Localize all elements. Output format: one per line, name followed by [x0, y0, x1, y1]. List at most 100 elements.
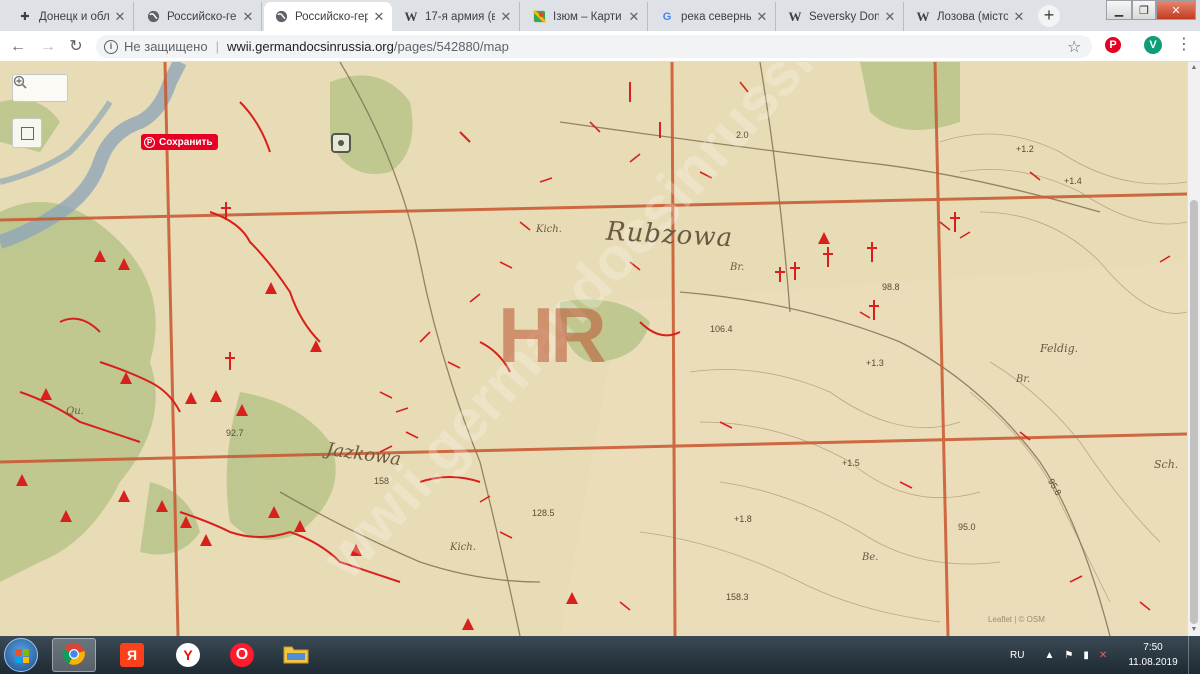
- close-icon[interactable]: ✕: [755, 9, 769, 25]
- new-tab-button[interactable]: +: [1038, 5, 1060, 27]
- elevation-label: 158: [374, 476, 390, 486]
- clock-date: 11.08.2019: [1128, 657, 1178, 668]
- url-path: /pages/542880/map: [393, 39, 509, 54]
- taskbar-yandex-browser[interactable]: Y: [166, 638, 210, 672]
- wikipedia-icon: W: [916, 8, 930, 24]
- tab-title: Ізюм – Карти G: [553, 10, 623, 23]
- taskbar-yandex[interactable]: Я: [110, 638, 154, 672]
- maximize-button[interactable]: ❐: [1132, 0, 1156, 20]
- tab-title: 17-я армия (ве: [425, 10, 495, 23]
- close-icon[interactable]: ✕: [1012, 9, 1026, 25]
- browser-toolbar: ← → ↻ i Не защищено | wwii.germandocsinr…: [0, 31, 1200, 62]
- tab-seversky-donets[interactable]: W Seversky Donet ✕: [778, 2, 904, 31]
- elevation-label: 128.5: [532, 508, 555, 518]
- close-icon[interactable]: ✕: [372, 9, 386, 25]
- map-attribution: Leaflet | © OSM: [988, 615, 1045, 624]
- globe-icon: [146, 10, 160, 24]
- url-host: wwii.germandocsinrussia.org: [226, 39, 394, 54]
- system-clock[interactable]: 7:50 11.08.2019: [1125, 640, 1181, 670]
- elevation-label: +1.3: [866, 358, 884, 368]
- map-center-icon[interactable]: [331, 133, 351, 153]
- map-label-hr: HR: [498, 291, 607, 379]
- start-button[interactable]: [4, 638, 38, 672]
- window-close-button[interactable]: ✕: [1156, 0, 1196, 20]
- tab-izium-maps[interactable]: Ізюм – Карти G ✕: [522, 2, 648, 31]
- pinterest-save-button[interactable]: P Сохранить: [141, 134, 218, 150]
- map-viewport[interactable]: wwii.germandocsinrussia Rubzowa HR Jazko…: [0, 62, 1187, 636]
- browser-menu-icon[interactable]: ⋮: [1176, 35, 1192, 55]
- tab-donetsk[interactable]: ✚ Донецк и обла ✕: [8, 2, 134, 31]
- elevation-label: 92.7: [226, 428, 244, 438]
- save-label: Сохранить: [159, 136, 213, 148]
- info-icon[interactable]: i: [104, 39, 118, 54]
- tab-russian-german-active[interactable]: Российско-гер ✕: [264, 2, 392, 31]
- tab-title: Донецк и обла: [39, 10, 109, 23]
- scroll-down-icon[interactable]: ▼: [1188, 624, 1200, 636]
- tab-17th-army[interactable]: W 17-я армия (ве ✕: [394, 2, 520, 31]
- language-indicator[interactable]: RU: [1010, 650, 1024, 661]
- elevation-label: 2.0: [736, 130, 749, 140]
- map-label-be: Be.: [862, 552, 879, 563]
- tray-expand-icon[interactable]: ▲: [1044, 650, 1054, 661]
- taskbar-opera[interactable]: O: [220, 638, 264, 672]
- elevation-label: +1.8: [734, 514, 752, 524]
- close-icon[interactable]: ✕: [499, 9, 513, 25]
- reload-button[interactable]: ↻: [66, 37, 86, 57]
- back-button[interactable]: ←: [8, 37, 28, 57]
- forward-button[interactable]: →: [38, 37, 58, 57]
- scrollbar-thumb[interactable]: [1190, 200, 1198, 624]
- volume-muted-icon[interactable]: ✕: [1099, 650, 1107, 661]
- profile-avatar[interactable]: V: [1144, 36, 1162, 54]
- close-icon[interactable]: ✕: [627, 9, 641, 25]
- tab-title: Seversky Donet: [809, 10, 879, 23]
- elevation-label: +1.5: [842, 458, 860, 468]
- close-icon[interactable]: ✕: [241, 9, 255, 25]
- map-label-kich: Kich.: [450, 542, 476, 553]
- security-status: Не защищено: [124, 39, 208, 54]
- minimize-button[interactable]: ▁: [1106, 0, 1132, 20]
- globe-icon: [274, 10, 288, 24]
- elevation-label: 158.3: [726, 592, 749, 602]
- pinterest-extension-icon[interactable]: P: [1105, 37, 1121, 53]
- opera-icon: O: [230, 643, 254, 667]
- yandex-browser-icon: Y: [176, 643, 200, 667]
- elevation-label: 106.4: [710, 324, 733, 334]
- tab-lozova[interactable]: W Лозова (місто) ✕: [906, 2, 1032, 31]
- zoom-controls: [12, 74, 68, 102]
- elevation-label: 95.0: [958, 522, 976, 532]
- map-label-br: Br.: [1016, 374, 1031, 385]
- flag-icon[interactable]: ⚑: [1064, 650, 1073, 661]
- scroll-up-icon[interactable]: ▲: [1188, 62, 1200, 74]
- map-label-kich: Kich.: [536, 224, 562, 235]
- tab-russian-german-1[interactable]: Российско-гер ✕: [136, 2, 262, 31]
- fullscreen-button[interactable]: [12, 118, 42, 148]
- system-tray: RU ▲ ⚑ ▮ ✕: [1010, 636, 1107, 674]
- tab-title: река северный: [681, 10, 751, 23]
- vertical-scrollbar[interactable]: ▲ ▼: [1187, 62, 1200, 636]
- tab-strip: ✚ Донецк и обла ✕ Российско-гер ✕ Россий…: [0, 0, 1200, 31]
- close-icon[interactable]: ✕: [883, 9, 897, 25]
- windows-logo-icon: [15, 649, 29, 663]
- taskbar-file-explorer[interactable]: [274, 638, 318, 672]
- elevation-label: 98.8: [882, 282, 900, 292]
- show-desktop-button[interactable]: [1188, 636, 1200, 674]
- elevation-label: +1.4: [1064, 176, 1082, 186]
- bookmark-star-icon[interactable]: ☆: [1067, 37, 1081, 57]
- yandex-icon: Я: [120, 643, 144, 667]
- tab-river-search[interactable]: G река северный ✕: [650, 2, 776, 31]
- elevation-label: +1.2: [1016, 144, 1034, 154]
- wikipedia-icon: W: [404, 8, 418, 24]
- taskbar-chrome[interactable]: [52, 638, 96, 672]
- chrome-icon: [62, 642, 86, 669]
- close-icon[interactable]: ✕: [113, 9, 127, 25]
- network-icon[interactable]: ▮: [1083, 650, 1089, 661]
- google-maps-icon: [532, 10, 546, 24]
- pinterest-icon: P: [144, 136, 155, 148]
- tab-title: Российско-гер: [167, 10, 237, 23]
- google-icon: G: [662, 10, 672, 23]
- map-label-sch: Sch.: [1154, 458, 1179, 471]
- wikipedia-icon: W: [788, 8, 802, 24]
- clock-time: 7:50: [1143, 642, 1163, 653]
- address-bar[interactable]: i Не защищено | wwii.germandocsinrussia.…: [96, 35, 1092, 58]
- map-label-feldig: Feldig.: [1040, 342, 1079, 355]
